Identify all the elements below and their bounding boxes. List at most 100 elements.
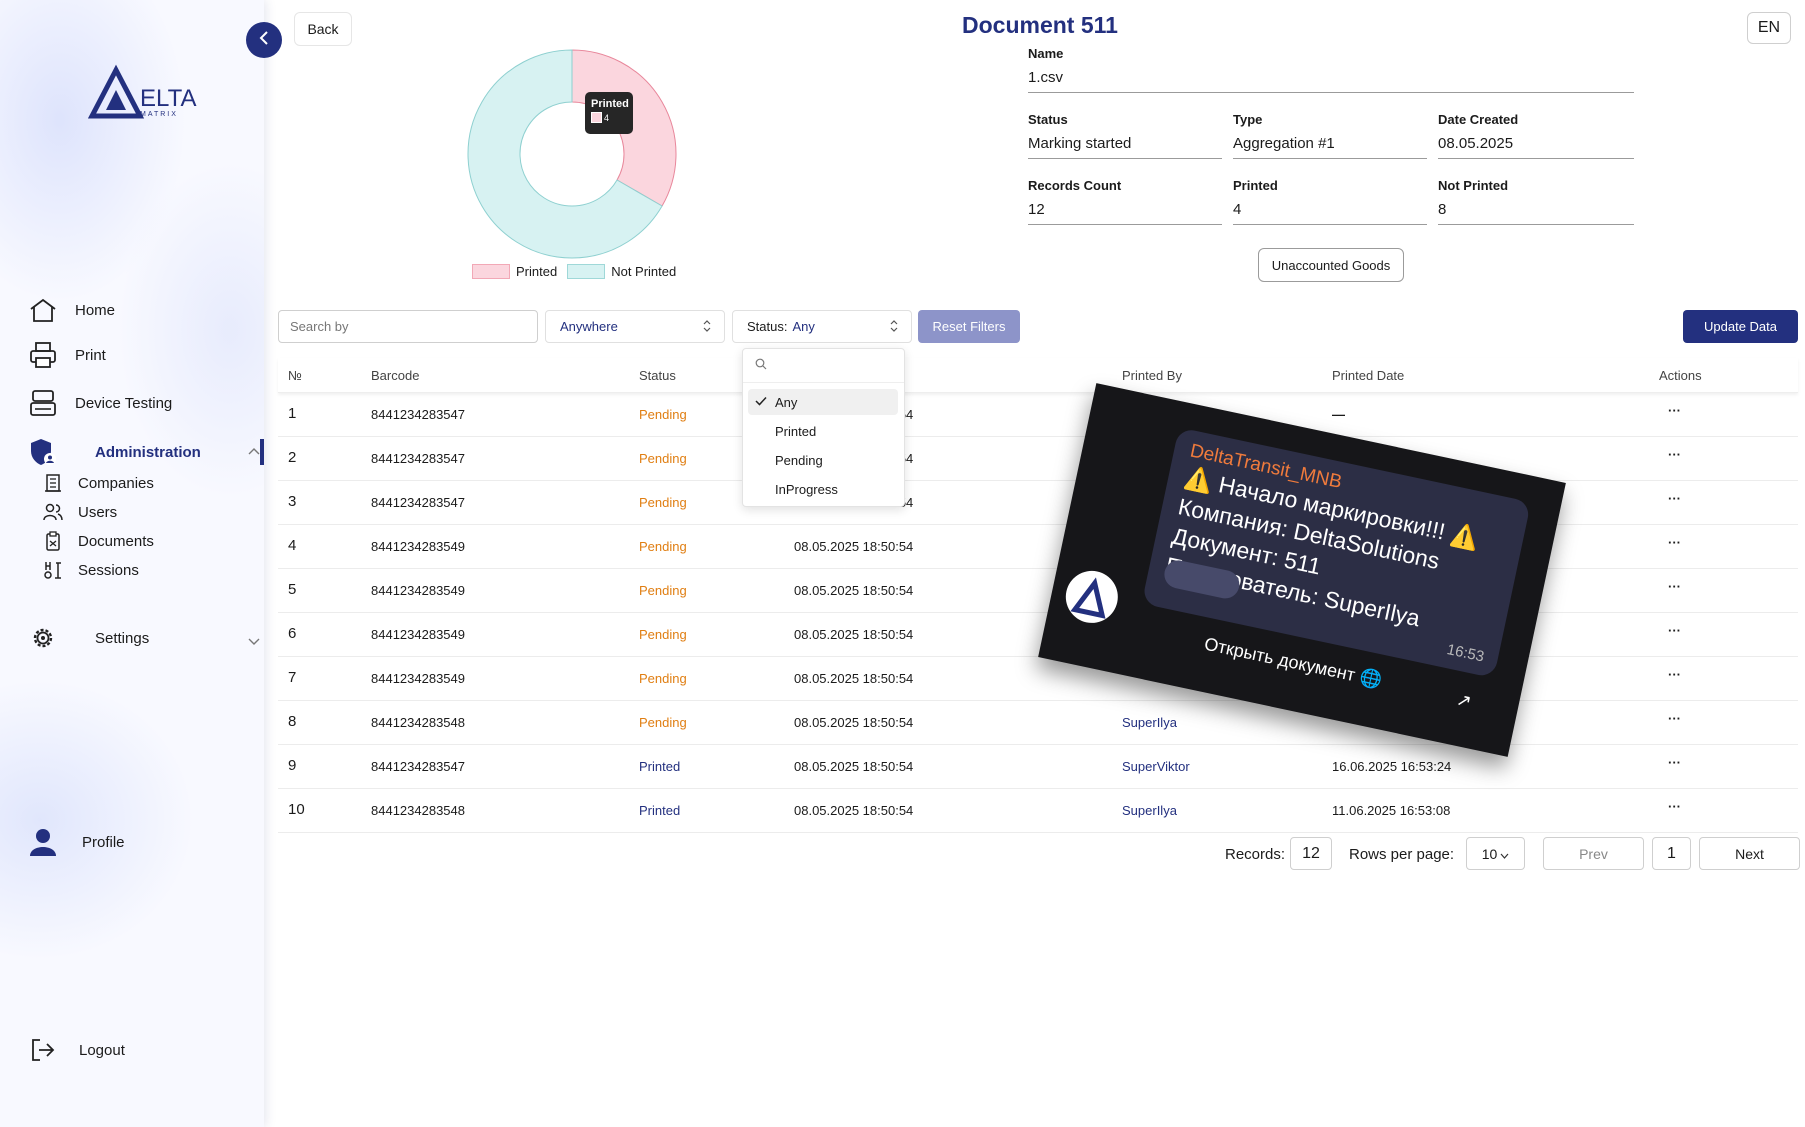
dropdown-option-printed[interactable]: Printed <box>775 424 816 439</box>
delta-matrix-logo: ELTA MATRIX <box>88 64 196 119</box>
device-icon <box>28 388 58 418</box>
field-value: 8 <box>1438 201 1634 225</box>
row-actions-menu-icon[interactable]: ··· <box>1668 711 1681 726</box>
sidebar-item-companies[interactable]: Companies <box>42 472 154 494</box>
field-value: Marking started <box>1028 135 1222 159</box>
column-header-number: № <box>288 368 302 383</box>
field-value: 4 <box>1233 201 1427 225</box>
legend-label-printed[interactable]: Printed <box>516 264 557 279</box>
printer-icon <box>28 340 58 370</box>
table-row[interactable]: 28441234283547Pending08.05.2025 18:50:54… <box>278 437 1798 481</box>
update-data-button[interactable]: Update Data <box>1683 310 1798 343</box>
row-actions-menu-icon[interactable]: ··· <box>1668 579 1681 594</box>
field-value: Aggregation #1 <box>1233 135 1427 159</box>
prev-page-button[interactable]: Prev <box>1543 837 1644 870</box>
row-actions-menu-icon[interactable]: ··· <box>1668 535 1681 550</box>
row-actions-menu-icon[interactable]: ··· <box>1668 447 1681 462</box>
status-field: Status Marking started <box>1028 112 1222 159</box>
language-button[interactable]: EN <box>1747 12 1791 44</box>
rows-per-page-label: Rows per page: <box>1349 846 1455 863</box>
row-actions-menu-icon[interactable]: ··· <box>1668 491 1681 506</box>
rows-per-page-select[interactable]: 10 <box>1466 837 1525 870</box>
row-actions-menu-icon[interactable]: ··· <box>1668 755 1681 770</box>
dropdown-search[interactable] <box>743 349 904 383</box>
records-count-box: 12 <box>1290 837 1332 870</box>
sidebar-item-users[interactable]: Users <box>42 501 117 523</box>
field-value: 1.csv <box>1028 69 1634 93</box>
cell-created-date: 08.05.2025 18:50:54 <box>794 671 914 686</box>
table-row[interactable]: 9 8441234283547 Printed 08.05.2025 18:50:54… <box>278 745 1798 789</box>
unaccounted-goods-button[interactable]: Unaccounted Goods <box>1258 248 1404 282</box>
current-page-input[interactable]: 1 <box>1652 837 1691 870</box>
table-row[interactable]: 38441234283547Pending08.05.2025 18:50:54… <box>278 481 1798 525</box>
cell-created-date: 08.05.2025 18:50:54 <box>794 583 914 598</box>
cell-number: 7 <box>288 669 297 686</box>
sidebar-item-label: Documents <box>78 532 154 550</box>
message-bubble: DeltaTransit_MNB ⚠️ Начало маркировки!!!… <box>1141 427 1532 679</box>
dropdown-option-pending[interactable]: Pending <box>775 453 823 468</box>
cell-number: 4 <box>288 537 297 554</box>
cell-created-date: 08.05.2025 18:50:54 <box>794 539 914 554</box>
search-input[interactable] <box>278 310 538 343</box>
sidebar-item-device-testing[interactable]: Device Testing <box>28 388 172 418</box>
row-actions-menu-icon[interactable]: ··· <box>1668 623 1681 638</box>
check-icon <box>755 393 767 411</box>
next-page-button[interactable]: Next <box>1699 837 1800 870</box>
sidebar-item-settings[interactable]: Settings <box>28 623 260 653</box>
search-scope-value: Anywhere <box>560 319 618 334</box>
table-row[interactable]: 8 8441234283548 Pending 08.05.2025 18:50:54… <box>278 701 1798 745</box>
sidebar-item-administration[interactable]: Administration <box>28 437 260 467</box>
sidebar-item-print[interactable]: Print <box>28 340 106 370</box>
chevron-up-icon <box>248 442 260 459</box>
sidebar-item-label: Administration <box>95 443 201 461</box>
legend-label-not-printed[interactable]: Not Printed <box>611 264 676 279</box>
sidebar-item-sessions[interactable]: Sessions <box>42 559 139 581</box>
sidebar-item-profile[interactable]: Profile <box>28 827 125 857</box>
dropdown-option-inprogress[interactable]: InProgress <box>775 482 838 497</box>
cell-status: Pending <box>639 451 687 466</box>
rows-per-page-value: 10 <box>1481 845 1498 862</box>
row-actions-menu-icon[interactable]: ··· <box>1668 667 1681 682</box>
legend-swatch-printed <box>472 264 510 279</box>
sidebar-item-home[interactable]: Home <box>28 295 115 325</box>
table-row[interactable]: 6 8441234283549 Pending 08.05.2025 18:50:54… <box>278 613 1798 657</box>
sidebar-item-documents[interactable]: Documents <box>42 530 154 552</box>
row-actions-menu-icon[interactable]: ··· <box>1668 799 1681 814</box>
collapse-sidebar-button[interactable] <box>246 22 282 58</box>
cell-barcode: 8441234283548 <box>371 715 465 730</box>
column-header-barcode: Barcode <box>371 368 420 383</box>
cell-printed-date: — <box>1332 407 1345 422</box>
table-row[interactable]: 10 8441234283548 Printed 08.05.2025 18:50:5… <box>278 789 1798 833</box>
sidebar-item-label: Print <box>75 346 106 364</box>
column-header-actions: Actions <box>1659 368 1702 383</box>
cell-barcode: 8441234283548 <box>371 803 465 818</box>
cell-number: 9 <box>288 757 297 774</box>
cell-barcode: 8441234283549 <box>371 671 465 686</box>
table-body: 1 8441234283547 Pending 08.05.2025 18:50:54… <box>278 393 1798 833</box>
cell-barcode: 8441234283547 <box>371 407 465 422</box>
search-scope-select[interactable]: Anywhere <box>545 310 725 343</box>
table-row[interactable]: 18441234283547Pending08.05.2025 18:50:54… <box>278 393 1798 437</box>
updown-chevron-icon <box>702 319 712 336</box>
table-row[interactable]: 5 8441234283549 Pending 08.05.2025 18:50:54… <box>278 569 1798 613</box>
records-table: № Barcode Status Printed By Printed Date… <box>278 358 1798 833</box>
users-icon <box>42 501 64 523</box>
donut-chart <box>467 49 677 259</box>
back-button[interactable]: Back <box>294 12 352 46</box>
tooltip-value: 4 <box>604 112 610 123</box>
cell-number: 5 <box>288 581 297 598</box>
records-label: Records: <box>1225 846 1286 863</box>
dropdown-option-any[interactable]: Any <box>775 395 797 410</box>
table-row[interactable]: 7 8441234283549 Pending 08.05.2025 18:50:54… <box>278 657 1798 701</box>
cell-status: Pending <box>639 715 687 730</box>
not-printed-field: Not Printed 8 <box>1438 178 1634 225</box>
dropdown-selected-highlight <box>748 389 898 415</box>
type-field: Type Aggregation #1 <box>1233 112 1427 159</box>
bot-avatar <box>1060 566 1123 628</box>
cell-status: Pending <box>639 627 687 642</box>
sidebar-item-logout[interactable]: Logout <box>28 1035 125 1065</box>
reset-filters-button[interactable]: Reset Filters <box>918 310 1020 343</box>
table-row[interactable]: 4 8441234283549 Pending 08.05.2025 18:50:54… <box>278 525 1798 569</box>
status-filter-select[interactable]: Status: Any <box>732 310 912 343</box>
row-actions-menu-icon[interactable]: ··· <box>1668 403 1681 418</box>
